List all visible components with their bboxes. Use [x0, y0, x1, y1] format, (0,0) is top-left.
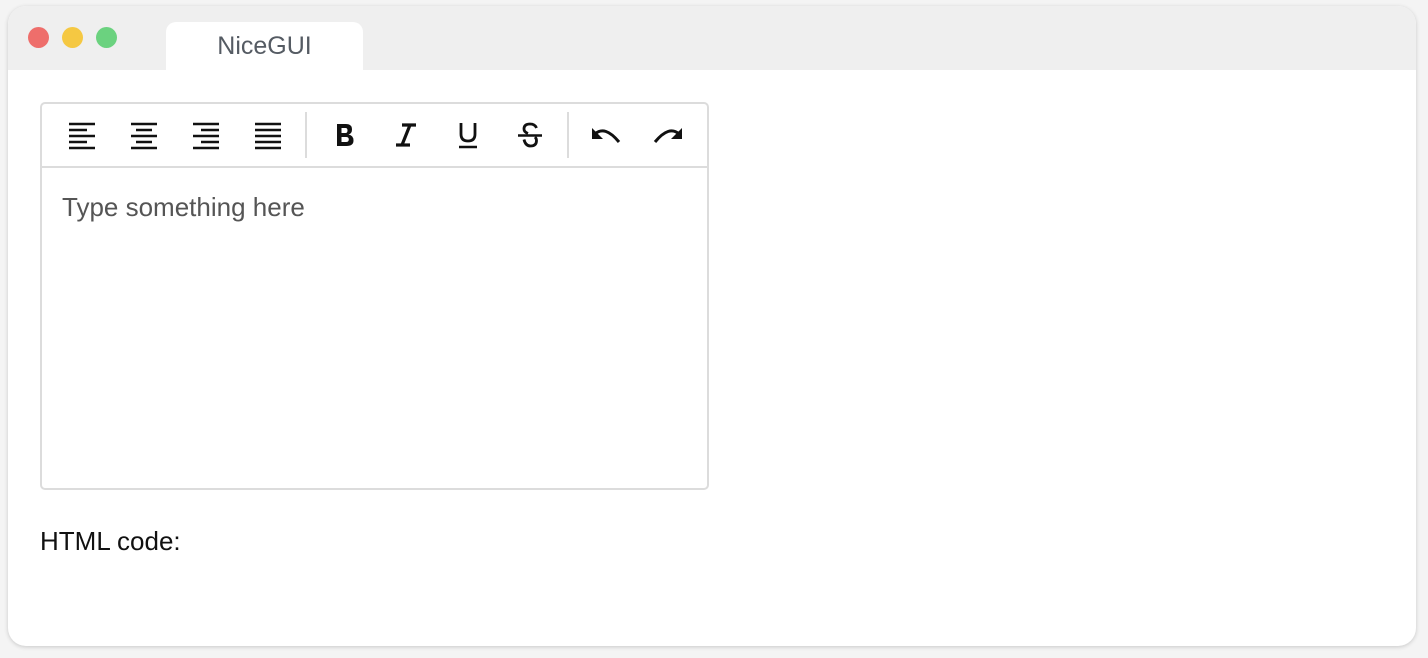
- toolbar-separator: [305, 112, 307, 158]
- italic-icon: [396, 123, 416, 147]
- browser-window: NiceGUI Type something here HTML code:: [8, 6, 1416, 646]
- undo-icon: [592, 128, 621, 143]
- editor-content[interactable]: Type something here: [62, 192, 305, 223]
- align-right-button[interactable]: [184, 113, 228, 157]
- align-right-icon: [193, 122, 219, 150]
- strikethrough-button[interactable]: [508, 113, 552, 157]
- maximize-window-button[interactable]: [96, 27, 117, 48]
- undo-button[interactable]: [584, 113, 628, 157]
- align-left-icon: [69, 122, 95, 150]
- close-window-button[interactable]: [28, 27, 49, 48]
- underline-button[interactable]: [446, 113, 490, 157]
- underline-icon: [459, 123, 477, 149]
- html-code-label: HTML code:: [40, 526, 181, 556]
- editor-placeholder: Type something here: [62, 192, 305, 222]
- tab-title: NiceGUI: [217, 31, 312, 60]
- align-left-button[interactable]: [60, 113, 104, 157]
- redo-button[interactable]: [646, 113, 690, 157]
- align-center-icon: [131, 122, 157, 150]
- align-justify-button[interactable]: [246, 113, 290, 157]
- redo-icon: [653, 128, 682, 143]
- bold-icon: [337, 124, 354, 146]
- toolbar-separator: [567, 112, 569, 158]
- rich-text-editor: Type something here: [40, 102, 709, 490]
- align-justify-icon: [255, 122, 281, 150]
- browser-tab[interactable]: NiceGUI: [166, 22, 363, 70]
- strikethrough-icon: [518, 122, 542, 148]
- align-center-button[interactable]: [122, 113, 166, 157]
- italic-button[interactable]: [384, 113, 428, 157]
- bold-button[interactable]: [322, 113, 366, 157]
- editor-toolbar: [42, 104, 707, 168]
- title-bar: NiceGUI: [8, 6, 1416, 70]
- minimize-window-button[interactable]: [62, 27, 83, 48]
